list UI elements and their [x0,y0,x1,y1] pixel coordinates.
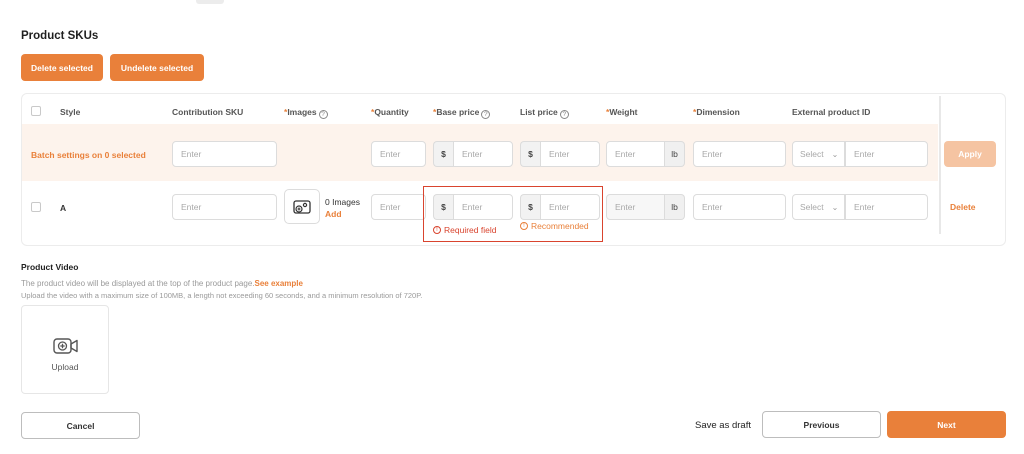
batch-list-price-currency: $ [520,141,540,167]
batch-base-price-input[interactable]: Enter [453,141,513,167]
row-image-upload[interactable] [284,189,320,224]
apply-button[interactable]: Apply [944,141,996,167]
help-icon[interactable]: ? [318,110,328,119]
delete-selected-button[interactable]: Delete selected [21,54,103,81]
row-checkbox[interactable] [31,202,41,212]
video-add-icon [53,338,78,354]
row-contribution-sku-input[interactable]: Enter [172,194,277,220]
header-style: Style [60,107,81,117]
help-icon[interactable]: ? [559,110,569,119]
product-video-title: Product Video [21,262,79,272]
header-images: *Images? [284,107,328,119]
header-base-price: *Base price? [433,107,491,119]
upload-label: Upload [51,362,79,372]
row-images-add-link[interactable]: Add [325,209,342,219]
batch-external-id-type-select[interactable]: Select ⌄ [792,141,845,167]
product-video-requirements: Upload the video with a maximum size of … [21,291,423,300]
row-weight-unit: lb [665,194,685,220]
batch-settings-label: Batch settings on 0 selected [31,150,146,160]
select-all-checkbox[interactable] [31,106,41,116]
row-external-id-type-select[interactable]: Select ⌄ [792,194,845,220]
row-weight-input[interactable]: Enter [606,194,665,220]
error-icon: ! [433,226,441,234]
header-external-product-id: External product ID [792,107,871,117]
list-price-hint: ! Recommended [520,221,589,231]
row-dimension-input[interactable]: Enter [693,194,786,220]
base-price-error: ! Required field [433,225,496,235]
batch-external-id-input[interactable]: Enter [845,141,928,167]
warning-icon: ! [520,222,528,230]
row-quantity-input[interactable]: Enter [371,194,426,220]
header-contribution-sku: Contribution SKU [172,107,244,117]
image-icon [293,199,311,214]
row-images-count: 0 Images [325,197,360,207]
batch-contribution-sku-input[interactable]: Enter [172,141,277,167]
section-title: Product SKUs [21,30,99,42]
row-external-id-input[interactable]: Enter [845,194,928,220]
cancel-button[interactable]: Cancel [21,412,140,439]
header-list-price: List price? [520,107,569,119]
video-upload-box[interactable]: Upload [21,305,109,394]
help-icon[interactable]: ? [481,110,491,119]
row-style-value: A [60,203,67,213]
batch-weight-unit: lb [665,141,685,167]
product-video-description: The product video will be displayed at t… [21,279,303,288]
header-dimension: *Dimension [693,107,740,117]
see-example-link[interactable]: See example [254,279,302,288]
table-sticky-divider [939,96,941,234]
header-weight: *Weight [606,107,638,117]
row-delete-link[interactable]: Delete [950,202,976,212]
next-button[interactable]: Next [887,411,1006,438]
header-quantity: *Quantity [371,107,409,117]
previous-button[interactable]: Previous [762,411,881,438]
chevron-down-icon: ⌄ [831,149,839,159]
batch-quantity-input[interactable]: Enter [371,141,426,167]
top-scroll-stub [196,0,224,4]
save-as-draft-button[interactable]: Save as draft [695,420,751,431]
batch-weight-input[interactable]: Enter [606,141,665,167]
undelete-selected-button[interactable]: Undelete selected [110,54,204,81]
batch-base-price-currency: $ [433,141,453,167]
batch-list-price-input[interactable]: Enter [540,141,600,167]
chevron-down-icon: ⌄ [831,202,839,212]
batch-dimension-input[interactable]: Enter [693,141,786,167]
